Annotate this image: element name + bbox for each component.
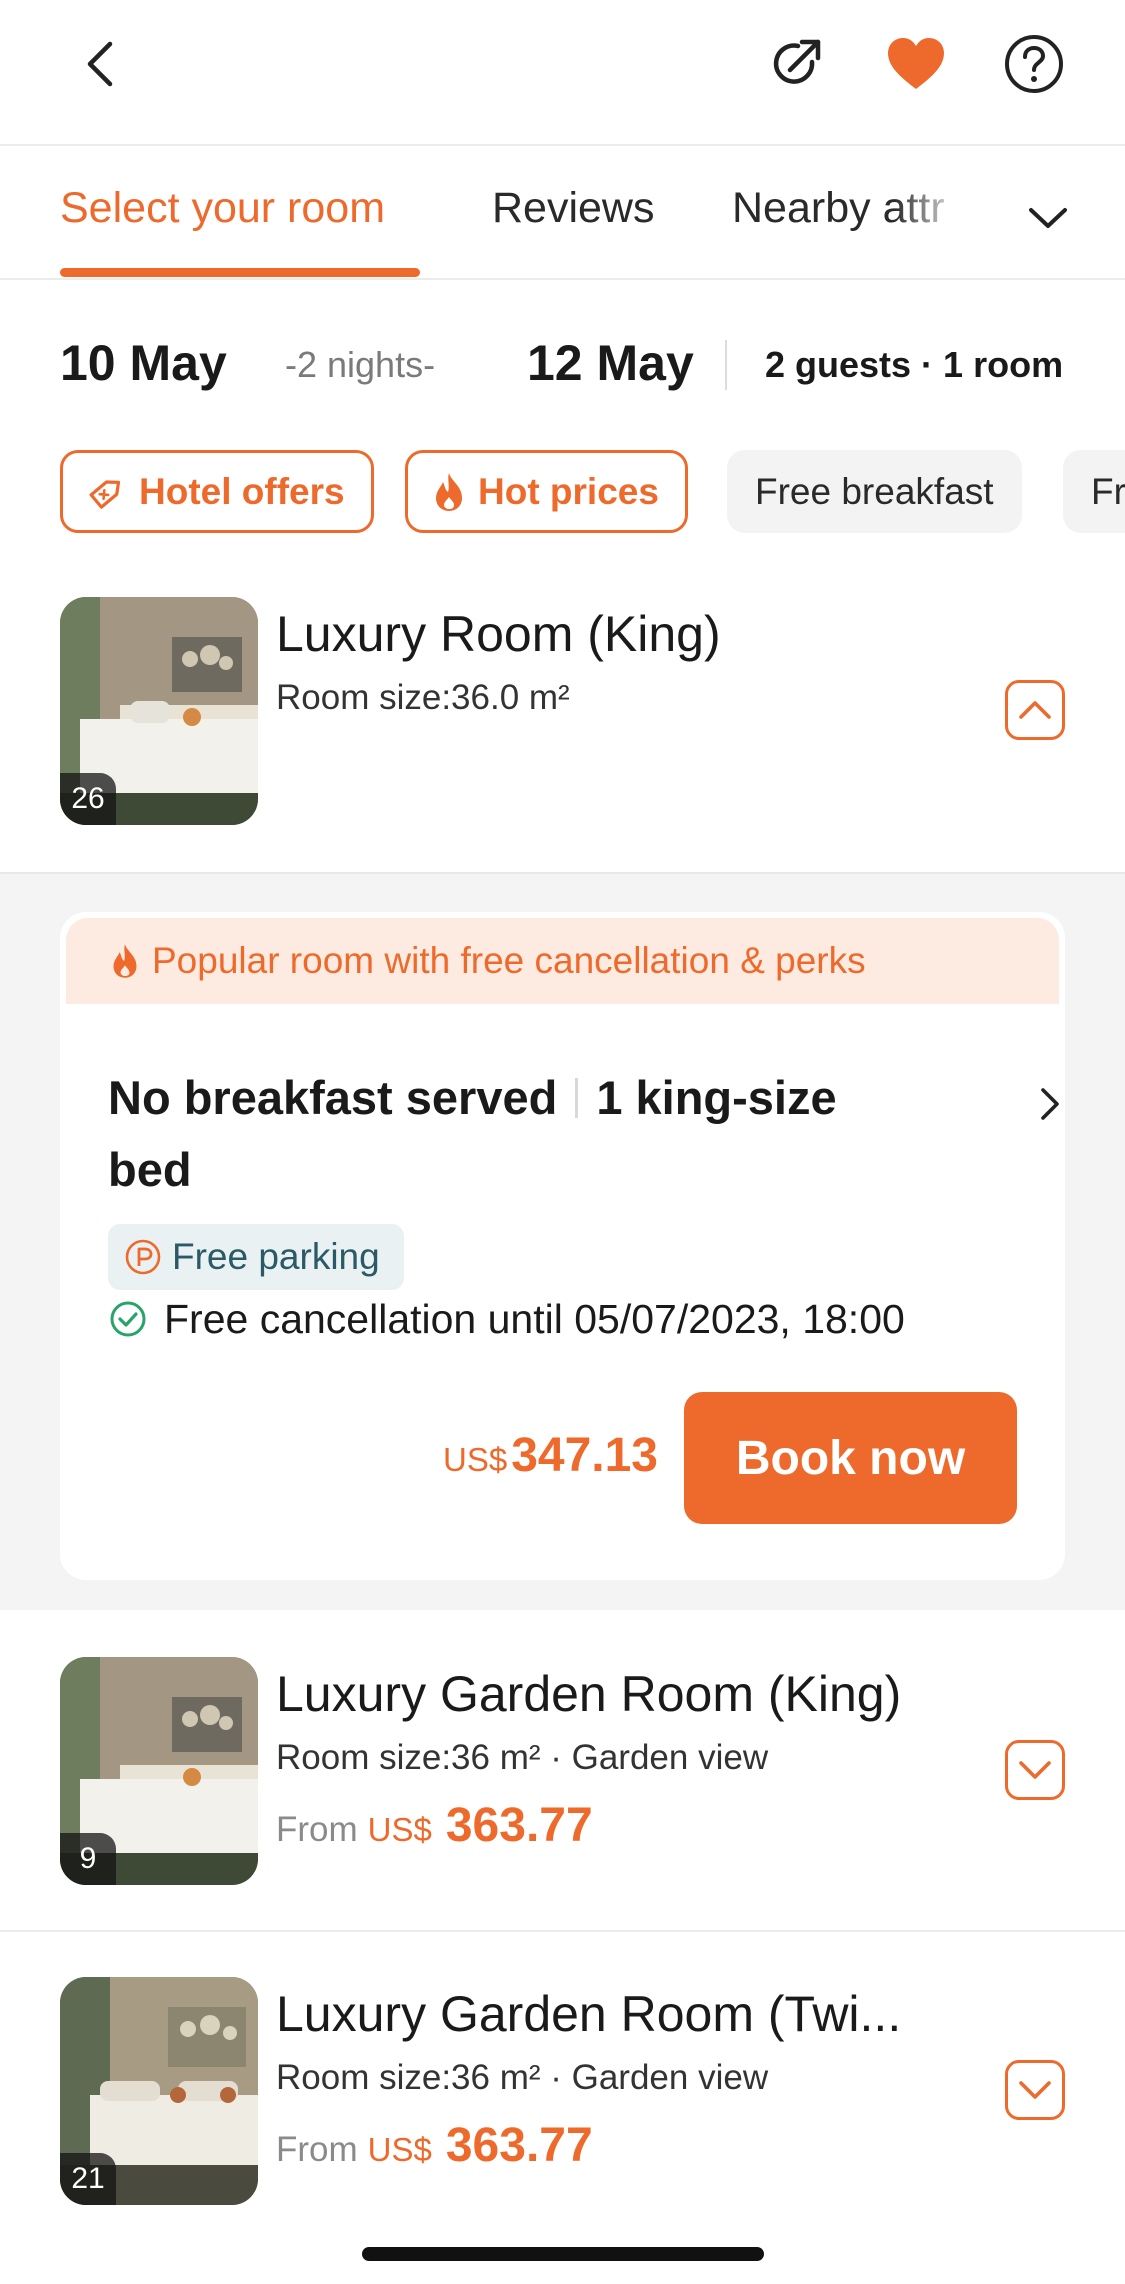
room-card[interactable]: 21 Luxury Garden Room (Twi... Room size:…: [0, 1932, 1125, 2252]
tab-nearby-label: Nearby attr: [732, 184, 945, 232]
check-out-date[interactable]: 12 May: [527, 334, 694, 392]
popular-banner: Popular room with free cancellation & pe…: [66, 918, 1059, 1004]
chevron-up-icon: [1019, 701, 1051, 719]
tab-reviews[interactable]: Reviews: [492, 184, 655, 233]
share-external-icon: [773, 39, 821, 84]
room-details: Room size:36 m² · Garden view: [276, 2058, 769, 2097]
room-photo[interactable]: 21: [60, 1977, 258, 2205]
nights-count: -2 nights-: [285, 344, 436, 385]
chip-label: Hotel offers: [139, 470, 345, 512]
chevron-left-icon: [87, 41, 113, 87]
bed-type-cont: bed: [108, 1143, 192, 1196]
room-from-price: From US$ 363.77: [276, 1798, 593, 1853]
heart-icon: [888, 38, 944, 89]
room-details: Room size:36 m² · Garden view: [276, 1738, 769, 1777]
price-amount: 363.77: [445, 1799, 593, 1852]
home-indicator[interactable]: [362, 2247, 764, 2261]
from-label: From: [276, 2130, 358, 2169]
divider: [725, 340, 727, 390]
share-button[interactable]: [760, 28, 832, 100]
price-amount: 363.77: [445, 2119, 593, 2172]
meal-plan: No breakfast served: [108, 1071, 558, 1124]
perk-badge: Free parking: [108, 1224, 404, 1290]
room-card[interactable]: 26 Luxury Room (King) Room size:36.0 m²: [0, 580, 1125, 872]
help-button[interactable]: [998, 28, 1070, 100]
expand-room-button[interactable]: [1005, 1740, 1065, 1800]
tab-nearby-attractions[interactable]: Nearby attr: [732, 184, 964, 233]
photo-count-badge: 9: [60, 1833, 116, 1885]
help-circle-icon: [1005, 35, 1063, 93]
flame-icon: [432, 471, 466, 513]
room-details: Room size:36.0 m²: [276, 678, 570, 717]
expand-room-button[interactable]: [1005, 2060, 1065, 2120]
price-currency: US$: [367, 1811, 432, 1848]
room-title: Luxury Room (King): [276, 606, 721, 662]
price-currency: US$: [367, 2131, 432, 2168]
chevron-right-icon: [1041, 1088, 1059, 1120]
chip-free-cancellation[interactable]: Fre: [1063, 450, 1125, 533]
rate-plan-title: No breakfast served 1 king-size bed: [108, 1062, 968, 1206]
guests-rooms[interactable]: 2 guests · 1 room: [765, 344, 1063, 386]
rate-price: US$ 347.13: [442, 1428, 658, 1483]
check-circle-icon: [110, 1301, 146, 1337]
book-now-button[interactable]: Book now: [684, 1392, 1017, 1524]
chevron-down-icon: [1019, 2081, 1051, 2099]
photo-count-badge: 26: [60, 773, 116, 825]
bed-type: 1 king-size: [596, 1071, 837, 1124]
cancellation-policy: Free cancellation until 05/07/2023, 18:0…: [108, 1284, 905, 1354]
favorite-button[interactable]: [880, 28, 952, 100]
chip-hotel-offers[interactable]: Hotel offers: [60, 450, 374, 533]
perk-label: Free parking: [172, 1236, 380, 1277]
more-tabs-button[interactable]: [1020, 190, 1076, 246]
room-title: Luxury Garden Room (King): [276, 1666, 902, 1722]
banner-text: Popular room with free cancellation & pe…: [152, 940, 866, 981]
room-from-price: From US$ 363.77: [276, 2118, 593, 2173]
chip-label: Hot prices: [478, 470, 659, 512]
collapse-room-button[interactable]: [1005, 680, 1065, 740]
cancellation-text: Free cancellation until 05/07/2023, 18:0…: [164, 1295, 905, 1342]
chevron-down-icon: [1019, 1761, 1051, 1779]
room-title: Luxury Garden Room (Twi...: [276, 1986, 902, 2042]
flame-icon: [113, 944, 137, 978]
chevron-down-icon: [1029, 208, 1067, 228]
tag-icon: [87, 472, 127, 512]
room-photo[interactable]: 9: [60, 1657, 258, 1885]
section-tabs: Select your room Reviews Nearby attr: [0, 146, 1125, 280]
room-photo[interactable]: 26: [60, 597, 258, 825]
tab-select-room[interactable]: Select your room: [60, 184, 385, 233]
rate-plan-card[interactable]: Popular room with free cancellation & pe…: [60, 912, 1065, 1580]
filter-chips: Hotel offers Hot prices Free breakfast F…: [0, 450, 1125, 534]
back-button[interactable]: [64, 28, 136, 100]
top-bar: [0, 0, 1125, 146]
photo-count-badge: 21: [60, 2153, 116, 2205]
price-currency: US$: [442, 1441, 508, 1478]
chip-hot-prices[interactable]: Hot prices: [405, 450, 688, 533]
chip-free-breakfast[interactable]: Free breakfast: [727, 450, 1022, 533]
divider: [575, 1078, 579, 1118]
parking-icon: [125, 1239, 161, 1275]
from-label: From: [276, 1810, 358, 1849]
rate-details-button[interactable]: [1028, 1074, 1065, 1134]
room-card[interactable]: 9 Luxury Garden Room (King) Room size:36…: [0, 1610, 1125, 1930]
stay-summary[interactable]: 10 May -2 nights- 12 May 2 guests · 1 ro…: [0, 282, 1125, 432]
room-offers-panel: Popular room with free cancellation & pe…: [0, 872, 1125, 1610]
active-tab-indicator: [60, 268, 420, 277]
price-amount: 347.13: [511, 1429, 658, 1482]
check-in-date[interactable]: 10 May: [60, 334, 227, 392]
